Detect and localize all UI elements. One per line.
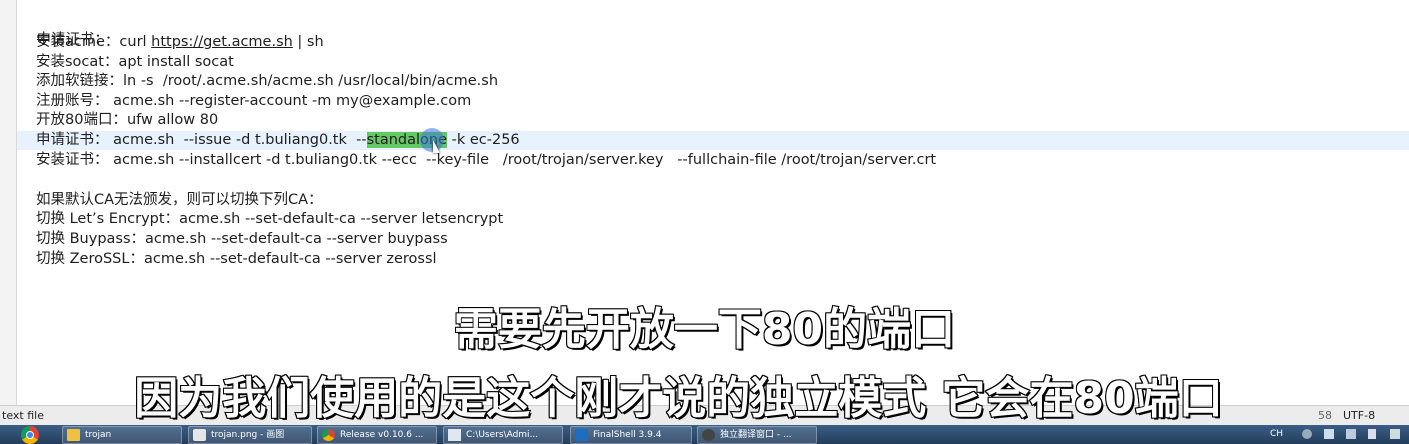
line-label: 安装证书： — [36, 152, 109, 168]
taskbar-item-paint[interactable]: trojan.png - 画图 — [188, 426, 312, 444]
line-label: 切换 ZeroSSL： — [36, 251, 144, 267]
line-command: acme.sh --set-default-ca --server buypas… — [145, 231, 448, 247]
line-command: ln -s /root/.acme.sh/acme.sh /usr/local/… — [123, 73, 499, 89]
mouse-pointer-icon — [433, 140, 440, 153]
line-command: acme.sh --installcert -d t.buliang0.tk -… — [108, 152, 937, 168]
line-command-rest: | sh — [292, 34, 324, 50]
taskbar: trojan trojan.png - 画图 Release v0.10.6 .… — [0, 425, 1409, 444]
editor-line-1[interactable]: 申请证书： — [18, 12, 109, 48]
line-label: 注册账号： — [36, 93, 109, 109]
click-highlight-icon — [420, 128, 444, 152]
taskbar-item-label: Release v0.10.6 ... — [340, 430, 424, 440]
subtitle-line-2: 因为我们使用的是这个刚才说的独立模式 它会在80端口 — [133, 372, 1224, 425]
editor-line-6[interactable]: 开放80端口：ufw allow 80 — [18, 111, 218, 130]
line-command: acme.sh --set-default-ca --server letsen… — [179, 211, 504, 227]
translate-icon — [702, 429, 715, 441]
folder-icon — [67, 429, 80, 441]
editor-line-5[interactable]: 注册账号： acme.sh --register-account -m my@e… — [18, 92, 471, 111]
taskbar-item-label: 独立翻译窗口 - ... — [720, 430, 792, 440]
taskbar-item-finalshell[interactable]: FinalShell 3.9.4 — [570, 426, 692, 444]
paint-icon — [193, 429, 206, 441]
editor-line-7-current[interactable]: 申请证书： acme.sh --issue -d t.buliang0.tk -… — [17, 131, 1409, 150]
editor-line-11[interactable]: 切换 Let’s Encrypt：acme.sh --set-default-c… — [18, 210, 503, 229]
subtitle-line-1: 需要先开放一下80的端口 — [453, 303, 956, 356]
line-command: acme.sh --set-default-ca --server zeross… — [143, 251, 437, 267]
taskbar-item-label: C:\Users\Admi... — [466, 430, 539, 440]
volume-icon[interactable] — [1346, 429, 1356, 439]
line-label: 安装acme： — [36, 34, 120, 50]
taskbar-item-notepad[interactable]: C:\Users\Admi... — [443, 426, 563, 444]
line-command: apt install socat — [118, 54, 234, 70]
help-icon[interactable] — [1302, 429, 1312, 439]
line-label: 添加软链接： — [36, 73, 123, 89]
line-label: 切换 Buypass： — [36, 231, 146, 247]
editor-line-12[interactable]: 切换 Buypass：acme.sh --set-default-ca --se… — [18, 230, 448, 249]
terminal-icon — [575, 429, 588, 441]
network-icon[interactable] — [1324, 429, 1334, 439]
editor-line-2[interactable]: 安装acme：curl https://get.acme.sh | sh — [18, 33, 324, 52]
system-tray: CH — [1262, 425, 1409, 444]
line-command: acme.sh --issue -d t.buliang0.tk -- — [108, 132, 367, 148]
install-url-link[interactable]: https://get.acme.sh — [151, 34, 293, 50]
line-label: 切换 Let’s Encrypt： — [36, 211, 180, 227]
line-label: 开放80端口： — [36, 112, 127, 128]
taskbar-item-label: trojan.png - 画图 — [211, 430, 285, 440]
line-command-rest: -k ec-256 — [447, 132, 520, 148]
action-center-icon[interactable] — [1390, 429, 1400, 439]
language-indicator[interactable]: CH — [1270, 429, 1283, 439]
taskbar-item-label: FinalShell 3.9.4 — [593, 430, 662, 440]
chrome-icon — [322, 429, 335, 441]
line-command: acme.sh --register-account -m my@example… — [108, 93, 472, 109]
editor-line-4[interactable]: 添加软链接：ln -s /root/.acme.sh/acme.sh /usr/… — [18, 72, 498, 91]
taskbar-item-chrome[interactable]: Release v0.10.6 ... — [317, 426, 437, 444]
taskbar-item-label: trojan — [85, 430, 112, 440]
notepad-icon — [448, 429, 461, 441]
editor-line-10[interactable]: 如果默认CA无法颁发，则可以切换下列CA： — [18, 191, 323, 210]
line-label: 安装socat： — [36, 54, 119, 70]
editor-line-8[interactable]: 安装证书： acme.sh --installcert -d t.buliang… — [18, 151, 936, 170]
line-command: curl — [119, 34, 152, 50]
taskbar-item-trojan[interactable]: trojan — [62, 426, 182, 444]
power-icon[interactable] — [1368, 429, 1376, 439]
line-label: 申请证书： — [36, 132, 109, 148]
line-command: ufw allow 80 — [126, 112, 219, 128]
chrome-icon[interactable] — [21, 426, 39, 444]
editor-line-3[interactable]: 安装socat：apt install socat — [18, 53, 234, 72]
taskbar-item-translate[interactable]: 独立翻译窗口 - ... — [697, 426, 817, 444]
editor-line-13[interactable]: 切换 ZeroSSL：acme.sh --set-default-ca --se… — [18, 250, 437, 269]
line-label: 如果默认CA无法颁发，则可以切换下列CA： — [36, 192, 323, 208]
